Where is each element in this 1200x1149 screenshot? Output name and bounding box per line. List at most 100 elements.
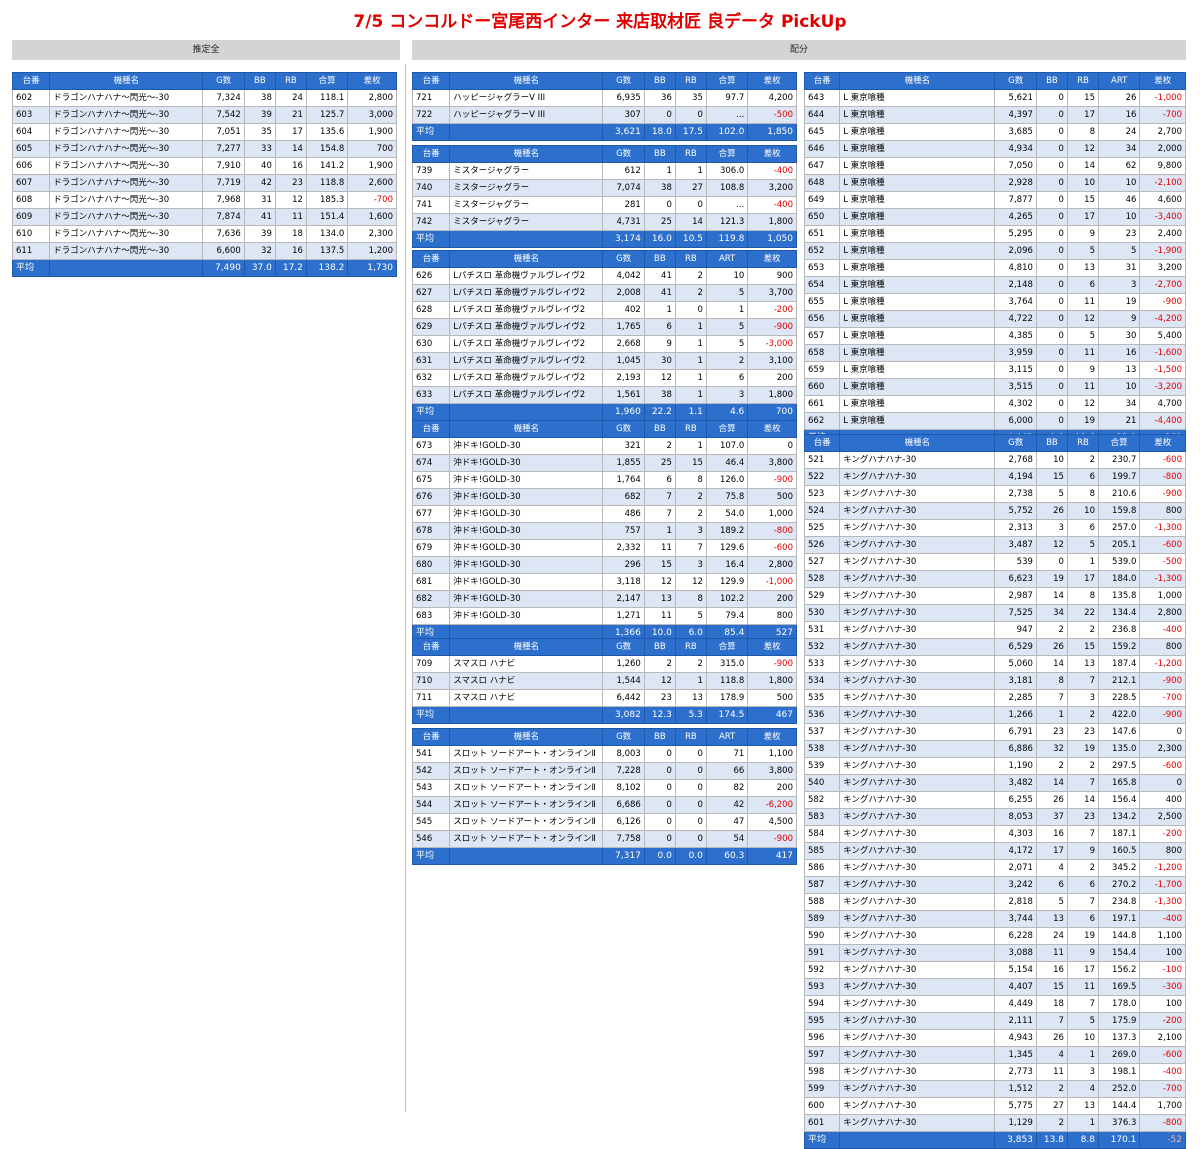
- cell-machine-name: L 東京喰種: [839, 123, 996, 141]
- cell-diff: 差枚: [1139, 72, 1186, 90]
- cell-rb: 8: [1066, 123, 1099, 141]
- cell-machine-name: ドラゴンハナハナ〜閃光〜-30: [49, 123, 204, 141]
- cell-games: G数: [602, 638, 645, 656]
- cell-unit-no: 533: [803, 655, 841, 673]
- cell-rb: RB: [674, 250, 707, 268]
- cell-machine-name: ドラゴンハナハナ〜閃光〜-30: [49, 208, 204, 226]
- cell-games: 1,260: [602, 655, 645, 673]
- table-row: 644 L 東京喰種 4,397 0 17 16 -700: [803, 106, 1186, 124]
- cell-rb: 16: [274, 157, 307, 175]
- cell-diff: -2,700: [1139, 276, 1186, 294]
- cell-machine-name: キングハナハナ-30: [839, 1097, 996, 1115]
- cell-unit-no: 631: [411, 352, 451, 370]
- table-row: 610 ドラゴンハナハナ〜閃光〜-30 7,636 39 18 134.0 2,300: [11, 225, 397, 243]
- cell-machine-name: キングハナハナ-30: [839, 536, 996, 554]
- cell-combined: 154.4: [1097, 944, 1141, 962]
- table-row: 682 沖ドキ!GOLD-30 2,147 13 8 102.2 200: [411, 590, 797, 608]
- cell-bb: 14: [1035, 587, 1068, 605]
- cell-diff: 1,730: [347, 259, 397, 277]
- cell-combined: 10: [705, 267, 749, 285]
- cell-games: 4,265: [994, 208, 1037, 226]
- cell-rb: 1: [674, 318, 707, 336]
- cell-games: 2,818: [994, 893, 1037, 911]
- cell-bb: BB: [643, 638, 676, 656]
- table-row: 538 キングハナハナ-30 6,886 32 19 135.0 2,300: [803, 740, 1186, 758]
- cell-games: 1,544: [602, 672, 645, 690]
- cell-combined: 147.6: [1097, 723, 1141, 741]
- cell-machine-name: L 東京喰種: [839, 412, 996, 430]
- table-row: 608 ドラゴンハナハナ〜閃光〜-30 7,968 31 12 185.3 -700: [11, 191, 397, 209]
- cell-games: G数: [202, 72, 245, 90]
- cell-games: 7,877: [994, 191, 1037, 209]
- table-row: 659 L 東京喰種 3,115 0 9 13 -1,500: [803, 361, 1186, 379]
- cell-machine-name: L 東京喰種: [839, 310, 996, 328]
- cell-unit-no: 675: [411, 471, 451, 489]
- cell-unit-no: 660: [803, 378, 841, 396]
- cell-unit-no: 台番: [411, 72, 451, 90]
- cell-games: 4,943: [994, 1029, 1037, 1047]
- cell-machine-name: L 東京喰種: [839, 259, 996, 277]
- cell-rb: 7: [1066, 825, 1099, 843]
- table-row: 529 キングハナハナ-30 2,987 14 8 135.8 1,000: [803, 587, 1186, 605]
- cell-diff: 差枚: [747, 250, 797, 268]
- cell-combined: 252.0: [1097, 1080, 1141, 1098]
- cell-games: 1,345: [994, 1046, 1037, 1064]
- table-average-row: 平均 1,960 22.2 1.1 4.6 700: [411, 403, 797, 421]
- cell-rb: 1: [1066, 1114, 1099, 1132]
- table-row: 537 キングハナハナ-30 6,791 23 23 147.6 0: [803, 723, 1186, 741]
- cell-unit-no: 676: [411, 488, 451, 506]
- table-row: 526 キングハナハナ-30 3,487 12 5 205.1 -600: [803, 536, 1186, 554]
- cell-games: 7,277: [202, 140, 245, 158]
- cell-combined: 5: [705, 284, 749, 302]
- cell-games: 3,487: [994, 536, 1037, 554]
- cell-machine-name: スマスロ ハナビ: [449, 655, 604, 673]
- cell-combined: 137.5: [305, 242, 349, 260]
- cell-diff: -800: [1139, 1114, 1186, 1132]
- cell-machine-name: Lパチスロ 革命機ヴァルヴレイヴ2: [449, 369, 604, 387]
- cell-diff: 1,200: [347, 242, 397, 260]
- cell-unit-no: 601: [803, 1114, 841, 1132]
- cell-games: 612: [602, 162, 645, 180]
- cell-unit-no: 600: [803, 1097, 841, 1115]
- cell-rb: RB: [674, 420, 707, 438]
- cell-diff: -1,000: [1139, 89, 1186, 107]
- cell-games: 4,303: [994, 825, 1037, 843]
- cell-bb: 11: [643, 539, 676, 557]
- cell-games: 5,775: [994, 1097, 1037, 1115]
- cell-bb: 2: [1035, 1080, 1068, 1098]
- cell-machine-name: キングハナハナ-30: [839, 1080, 996, 1098]
- cell-unit-no: 598: [803, 1063, 841, 1081]
- cell-games: 3,959: [994, 344, 1037, 362]
- cell-bb: 13: [643, 590, 676, 608]
- cell-machine-name: 機種名: [449, 638, 604, 656]
- table-row: 679 沖ドキ!GOLD-30 2,332 11 7 129.6 -600: [411, 539, 797, 557]
- cell-games: 7,968: [202, 191, 245, 209]
- cell-games: 3,515: [994, 378, 1037, 396]
- cell-machine-name: ミスタージャグラー: [449, 213, 604, 231]
- cell-machine-name: L 東京喰種: [839, 344, 996, 362]
- cell-unit-no: 台番: [11, 72, 51, 90]
- cell-games: 7,324: [202, 89, 245, 107]
- cell-bb: 36: [643, 89, 676, 107]
- table-row: 647 L 東京喰種 7,050 0 14 62 9,800: [803, 157, 1186, 175]
- cell-rb: 6: [1066, 519, 1099, 537]
- cell-games: 6,255: [994, 791, 1037, 809]
- cell-machine-name: L 東京喰種: [839, 293, 996, 311]
- cell-bb: 13: [1035, 910, 1068, 928]
- cell-unit-no: 710: [411, 672, 451, 690]
- cell-games: 7,910: [202, 157, 245, 175]
- table-row: 600 キングハナハナ-30 5,775 27 13 144.4 1,700: [803, 1097, 1186, 1115]
- cell-games: 8,003: [602, 745, 645, 763]
- cell-unit-no: 525: [803, 519, 841, 537]
- cell-diff: 3,700: [747, 284, 797, 302]
- cell-diff: -200: [1139, 825, 1186, 843]
- cell-bb: 38: [643, 179, 676, 197]
- cell-diff: -600: [1139, 451, 1186, 469]
- table-row: 741 ミスタージャグラー 281 0 0... -400: [411, 196, 797, 214]
- cell-rb: 14: [1066, 157, 1099, 175]
- cell-bb: 0: [1035, 225, 1068, 243]
- cell-bb: BB: [243, 72, 276, 90]
- cell-unit-no: 650: [803, 208, 841, 226]
- cell-rb: 1: [674, 352, 707, 370]
- cell-combined: 34: [1097, 395, 1141, 413]
